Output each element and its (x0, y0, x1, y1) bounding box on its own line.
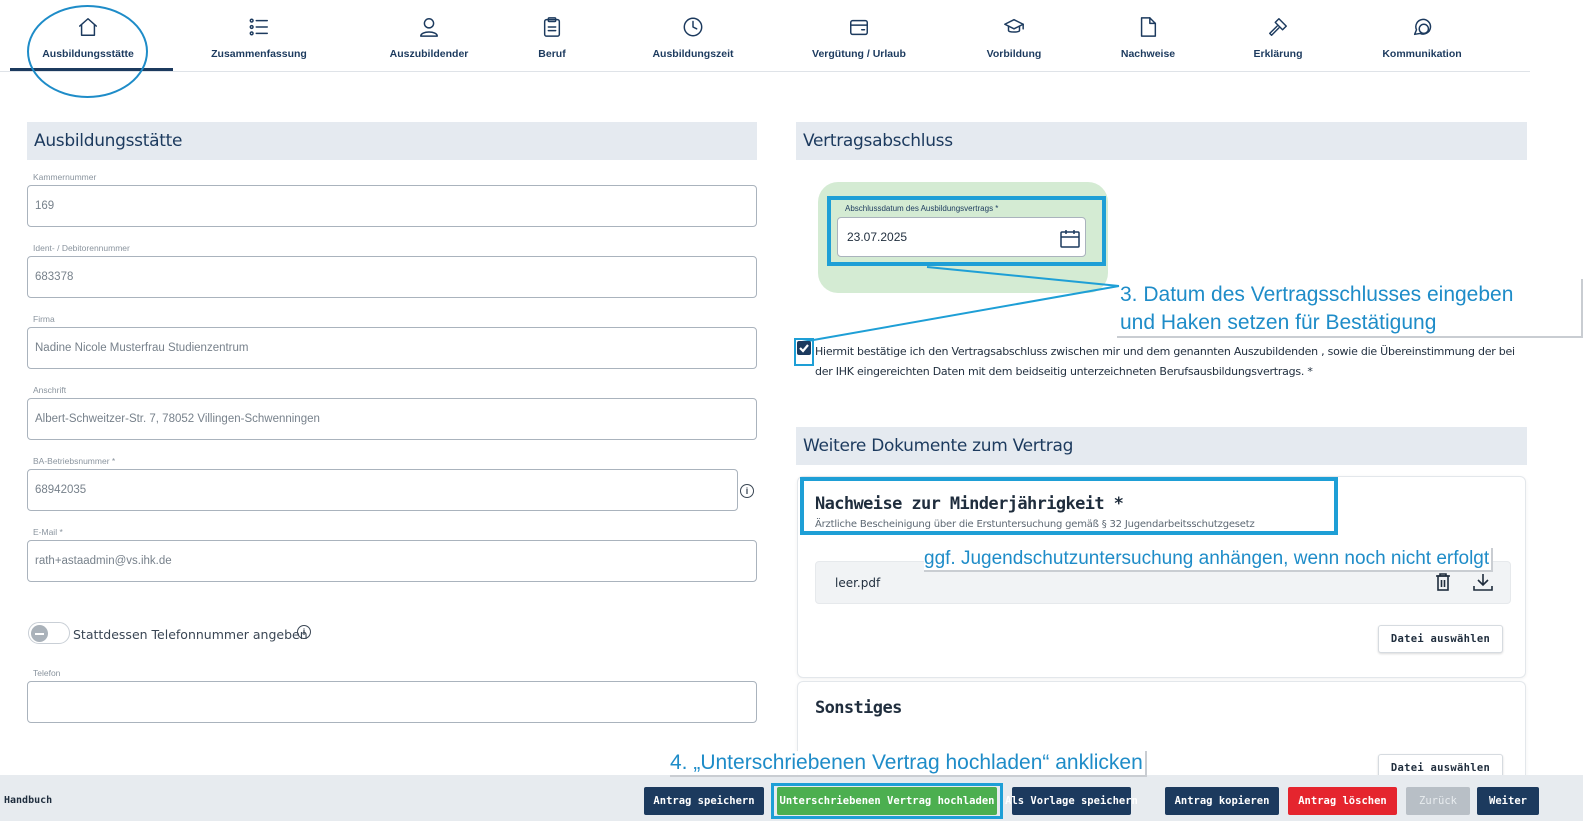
kammernummer-field[interactable]: 169 (27, 185, 757, 227)
telefon-field[interactable] (27, 681, 757, 723)
field-label: Firma (33, 314, 55, 324)
minor-docs-title: Nachweise zur Minderjährigkeit * (815, 494, 1124, 514)
anschrift-field[interactable]: Albert-Schweitzer-Str. 7, 78052 Villinge… (27, 398, 757, 440)
nav-tab-label: Vergütung / Urlaub (812, 48, 906, 60)
nav-tab-label: Kommunikation (1382, 48, 1462, 60)
trash-icon[interactable] (1434, 572, 1452, 592)
section-header-dokumente: Weitere Dokumente zum Vertrag (796, 427, 1527, 465)
nav-tab-nachweise[interactable]: Nachweise (1114, 0, 1182, 72)
confirm-checkbox[interactable] (797, 341, 811, 355)
annotation-step4: 4. „Unterschriebenen Vertrag hochladen“ … (670, 751, 1147, 777)
abschlussdatum-field[interactable]: 23.07.2025 (837, 217, 1086, 257)
clipboard-icon (543, 17, 561, 37)
nav-tab-erklaerung[interactable]: Erklärung (1250, 0, 1306, 72)
annotation-minor-hint: ggf. Jugendschutzuntersuchung anhängen, … (924, 548, 1494, 572)
copy-application-button[interactable]: Antrag kopieren (1165, 787, 1279, 815)
nav-tab-label: Beruf (538, 48, 566, 60)
select-file-button[interactable]: Datei auswählen (1378, 625, 1503, 653)
active-tab-indicator (10, 68, 173, 71)
save-application-button[interactable]: Antrag speichern (644, 787, 764, 815)
next-button[interactable]: Weiter (1477, 787, 1539, 815)
section-header-ausbildungsstaette: Ausbildungsstätte (27, 122, 757, 160)
checkmark-icon (799, 344, 809, 353)
field-label: E-Mail * (33, 527, 63, 537)
nav-tab-verguetung-urlaub[interactable]: Vergütung / Urlaub (806, 0, 912, 72)
nav-tab-label: Vorbildung (986, 48, 1042, 60)
other-docs-title: Sonstiges (815, 698, 902, 718)
nav-tab-vorbildung[interactable]: Vorbildung (980, 0, 1048, 72)
betriebsnummer-field[interactable]: 68942035 (27, 469, 738, 511)
wallet-icon (850, 19, 868, 36)
user-icon (420, 18, 438, 37)
wizard-navigation: Ausbildungsstätte Zusammenfassung Auszub… (0, 0, 1530, 72)
calendar-icon[interactable] (1059, 229, 1081, 249)
chat-icon (1413, 18, 1432, 36)
save-template-button[interactable]: Als Vorlage speichern (1005, 787, 1138, 815)
home-icon (79, 18, 97, 36)
nav-tab-ausbildungszeit[interactable]: Ausbildungszeit (645, 0, 741, 72)
list-icon (249, 18, 268, 36)
minor-docs-subtitle: Ärztliche Bescheinigung über die Erstunt… (815, 519, 1255, 530)
nav-tab-label: Auszubildender (389, 48, 469, 60)
info-icon[interactable]: i (297, 625, 311, 639)
toggle-label: Stattdessen Telefonnummer angeben (73, 627, 308, 642)
section-header-vertragsabschluss: Vertragsabschluss (796, 122, 1527, 160)
nav-tab-label: Nachweise (1120, 48, 1176, 60)
delete-application-button[interactable]: Antrag löschen (1288, 787, 1397, 815)
field-label: Telefon (33, 668, 61, 678)
nav-tab-beruf[interactable]: Beruf (527, 0, 577, 72)
annotation-highlight-box (771, 783, 1003, 819)
download-icon[interactable] (1472, 572, 1494, 592)
date-field-label: Abschlussdatum des Ausbildungsvertrags * (845, 204, 999, 213)
back-button[interactable]: Zurück (1406, 787, 1470, 815)
email-field[interactable]: rath+astaadmin@vs.ihk.de (27, 540, 757, 582)
annotation-step3-line2: und Haken setzen für Bestätigung (1120, 311, 1437, 335)
field-label: Ident- / Debitorennummer (33, 243, 130, 253)
field-label: BA-Betriebsnummer * (33, 456, 116, 466)
nav-tab-label: Ausbildungsstätte (42, 48, 134, 60)
nav-tab-label: Erklärung (1253, 48, 1303, 60)
field-label: Anschrift (33, 385, 67, 395)
confirm-text: Hiermit bestätige ich den Vertragsabschl… (815, 345, 1515, 378)
gavel-icon (1269, 18, 1287, 36)
nav-tab-zusammenfassung[interactable]: Zusammenfassung (200, 0, 318, 72)
nav-tab-kommunikation[interactable]: Kommunikation (1376, 0, 1468, 72)
firma-field[interactable]: Nadine Nicole Musterfrau Studienzentrum (27, 327, 757, 369)
phone-toggle[interactable] (28, 622, 70, 644)
handbook-link[interactable]: Handbuch (4, 795, 52, 806)
nav-tab-ausbildungsstaette[interactable]: Ausbildungsstätte (30, 0, 146, 72)
annotation-step3-line1: 3. Datum des Vertragsschlusses eingeben (1120, 283, 1514, 307)
annotation-connector (801, 266, 1120, 343)
document-icon (1140, 17, 1157, 37)
file-name[interactable]: leer.pdf (835, 576, 880, 590)
graduation-cap-icon (1004, 18, 1024, 33)
clock-icon (683, 17, 703, 37)
toggle-knob (31, 625, 48, 642)
info-icon[interactable]: i (740, 484, 754, 498)
debitorennummer-field[interactable]: 683378 (27, 256, 757, 298)
nav-tab-label: Ausbildungszeit (652, 48, 734, 60)
nav-tab-auszubildender[interactable]: Auszubildender (375, 0, 483, 72)
field-label: Kammernummer (33, 172, 97, 182)
nav-tab-label: Zusammenfassung (211, 48, 307, 60)
